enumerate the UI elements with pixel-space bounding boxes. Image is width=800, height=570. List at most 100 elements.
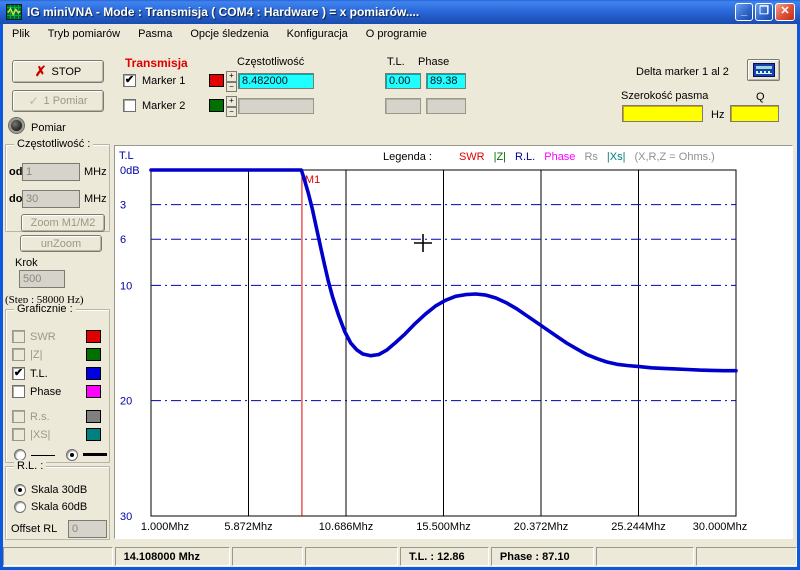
marker2-spin-up[interactable]: + [226, 96, 237, 107]
trace-label-z: |Z| [30, 349, 42, 361]
trace-swatch-swr [86, 330, 101, 343]
tl-column-header: T.L. [387, 56, 405, 68]
marker2-label: Marker 2 [142, 100, 185, 112]
scale-30db-label: Skala 30dB [31, 484, 87, 496]
maximize-button[interactable]: ❐ [755, 3, 773, 21]
trace-checkbox-tl[interactable]: ✔ [12, 367, 25, 380]
q-label: Q [756, 91, 765, 103]
y-tick-label: 3 [120, 200, 126, 212]
freq-to-input[interactable] [22, 190, 80, 208]
marker2-spinner[interactable]: + − [226, 96, 237, 117]
freq-to-label: do [9, 193, 22, 205]
stop-button[interactable]: ✗ STOP [12, 60, 104, 83]
graph-traces-group-title: Graficznie : [14, 303, 76, 315]
menu-item-konfiguracja[interactable]: Konfiguracja [278, 26, 357, 42]
q-field [730, 105, 779, 122]
check-icon: ✓ [28, 94, 38, 108]
y-tick-label: 10 [120, 280, 132, 292]
bandwidth-label: Szerokość pasma [621, 90, 708, 102]
marker2-frequency-field [238, 98, 314, 114]
marker2-spin-down[interactable]: − [226, 107, 237, 118]
trace-label-swr: SWR [30, 331, 56, 343]
marker1-color-swatch [209, 74, 224, 87]
status-empty-6 [596, 547, 695, 566]
marker2-phase-field [426, 98, 466, 114]
trace-checkbox-rs[interactable] [12, 410, 25, 423]
marker1-checkbox[interactable]: ✔ [123, 74, 136, 87]
marker1-phase-field: 89.38 [426, 73, 466, 89]
marker2-color-swatch [209, 99, 224, 112]
menu-item-plik[interactable]: Plik [3, 26, 39, 42]
offset-rl-label: Offset RL [11, 523, 57, 535]
marker1-spin-up[interactable]: + [226, 71, 237, 82]
thin-line-sample [31, 455, 55, 456]
marker2-tl-field [385, 98, 421, 114]
marker1-spinner[interactable]: + − [226, 71, 237, 92]
marker1-spin-down[interactable]: − [226, 82, 237, 93]
mode-label: Transmisja [125, 56, 188, 70]
scale-60db-label: Skala 60dB [31, 501, 87, 513]
stop-label: STOP [51, 66, 81, 78]
trace-swatch-rs [86, 410, 101, 423]
x-tick-label: 1.000Mhz [141, 521, 189, 533]
calculator-button[interactable] [747, 59, 780, 81]
trace-label-rs: R.s. [30, 411, 50, 423]
offset-rl-input[interactable] [68, 520, 107, 538]
measurement-controls: Transmisja Częstotliwość T.L. Phase ✔ Ma… [113, 46, 797, 145]
marker1-label: Marker 1 [142, 75, 185, 87]
menu-item-tryb-pomiarów[interactable]: Tryb pomiarów [39, 26, 129, 42]
trace-swatch-phase [86, 385, 101, 398]
measure-led-label: Pomiar [31, 122, 66, 134]
x-tick-label: 10.686Mhz [319, 521, 373, 533]
trace-swatch-xs [86, 428, 101, 441]
stop-x-icon: ✗ [35, 63, 47, 80]
trace-checkbox-swr[interactable] [12, 330, 25, 343]
scale-60db-radio[interactable] [14, 501, 26, 513]
window-title: IG miniVNA - Mode : Transmisja ( COM4 : … [27, 5, 419, 19]
trace-checkbox-phase[interactable] [12, 385, 25, 398]
calculator-icon [753, 63, 775, 77]
freq-from-input[interactable] [22, 163, 80, 181]
marker1-frequency-field[interactable]: 8.482000 [238, 73, 314, 89]
delta-marker-label: Delta marker 1 al 2 [636, 66, 729, 78]
marker2-checkbox[interactable] [123, 99, 136, 112]
single-measure-label: 1 Pomiar [44, 95, 88, 107]
status-empty-2 [232, 547, 303, 566]
menu-bar: PlikTryb pomiarówPasmaOpcje śledzeniaKon… [3, 24, 797, 43]
app-icon [6, 4, 22, 20]
x-tick-label: 5.872Mhz [224, 521, 272, 533]
trace-swatch-tl [86, 367, 101, 380]
title-bar: IG miniVNA - Mode : Transmisja ( COM4 : … [0, 0, 800, 24]
zoom-m1m2-button[interactable]: Zoom M1/M2 [21, 214, 105, 232]
hz-unit-label: Hz [711, 109, 724, 121]
line-thick-radio[interactable] [66, 449, 78, 461]
freq-from-label: od [9, 166, 22, 178]
step-input[interactable] [19, 270, 65, 288]
status-phase: Phase : 87.10 [491, 547, 594, 566]
rl-scale-group-title: R.L. : [14, 460, 46, 472]
menu-item-opcje-śledzenia[interactable]: Opcje śledzenia [181, 26, 277, 42]
unzoom-button[interactable]: unZoom [20, 235, 102, 252]
freq-to-unit: MHz [84, 193, 107, 205]
close-button[interactable]: ✕ [775, 3, 795, 21]
status-bar: 14.108000 Mhz T.L. : 12.86Phase : 87.10 [3, 545, 797, 567]
minimize-button[interactable]: _ [735, 3, 753, 21]
tl-trace-plot[interactable]: 1.000Mhz5.872Mhz10.686Mhz15.500Mhz20.372… [115, 146, 792, 538]
trace-swatch-z [86, 348, 101, 361]
x-tick-label: 30.000Mhz [693, 521, 747, 533]
menu-item-pasma[interactable]: Pasma [129, 26, 181, 42]
trace-checkbox-z[interactable] [12, 348, 25, 361]
status-empty-7 [696, 547, 797, 566]
single-measure-button[interactable]: ✓ 1 Pomiar [12, 90, 104, 112]
frequency-group: Częstotliwość : od MHz do MHz Zoom M1/M2 [5, 144, 110, 232]
status-t-l-: T.L. : 12.86 [400, 547, 489, 566]
status-empty-0 [3, 547, 113, 566]
status-14-108000-mhz: 14.108000 Mhz [115, 547, 231, 566]
trace-checkbox-xs[interactable] [12, 428, 25, 441]
sidebar: ✗ STOP ✓ 1 Pomiar Pomiar Częstotliwość :… [3, 46, 113, 540]
y-tick-label: 20 [120, 396, 132, 408]
frequency-column-header: Częstotliwość [237, 56, 304, 68]
measure-led-icon [9, 118, 24, 133]
scale-30db-radio[interactable] [14, 484, 26, 496]
menu-item-o-programie[interactable]: O programie [357, 26, 436, 42]
